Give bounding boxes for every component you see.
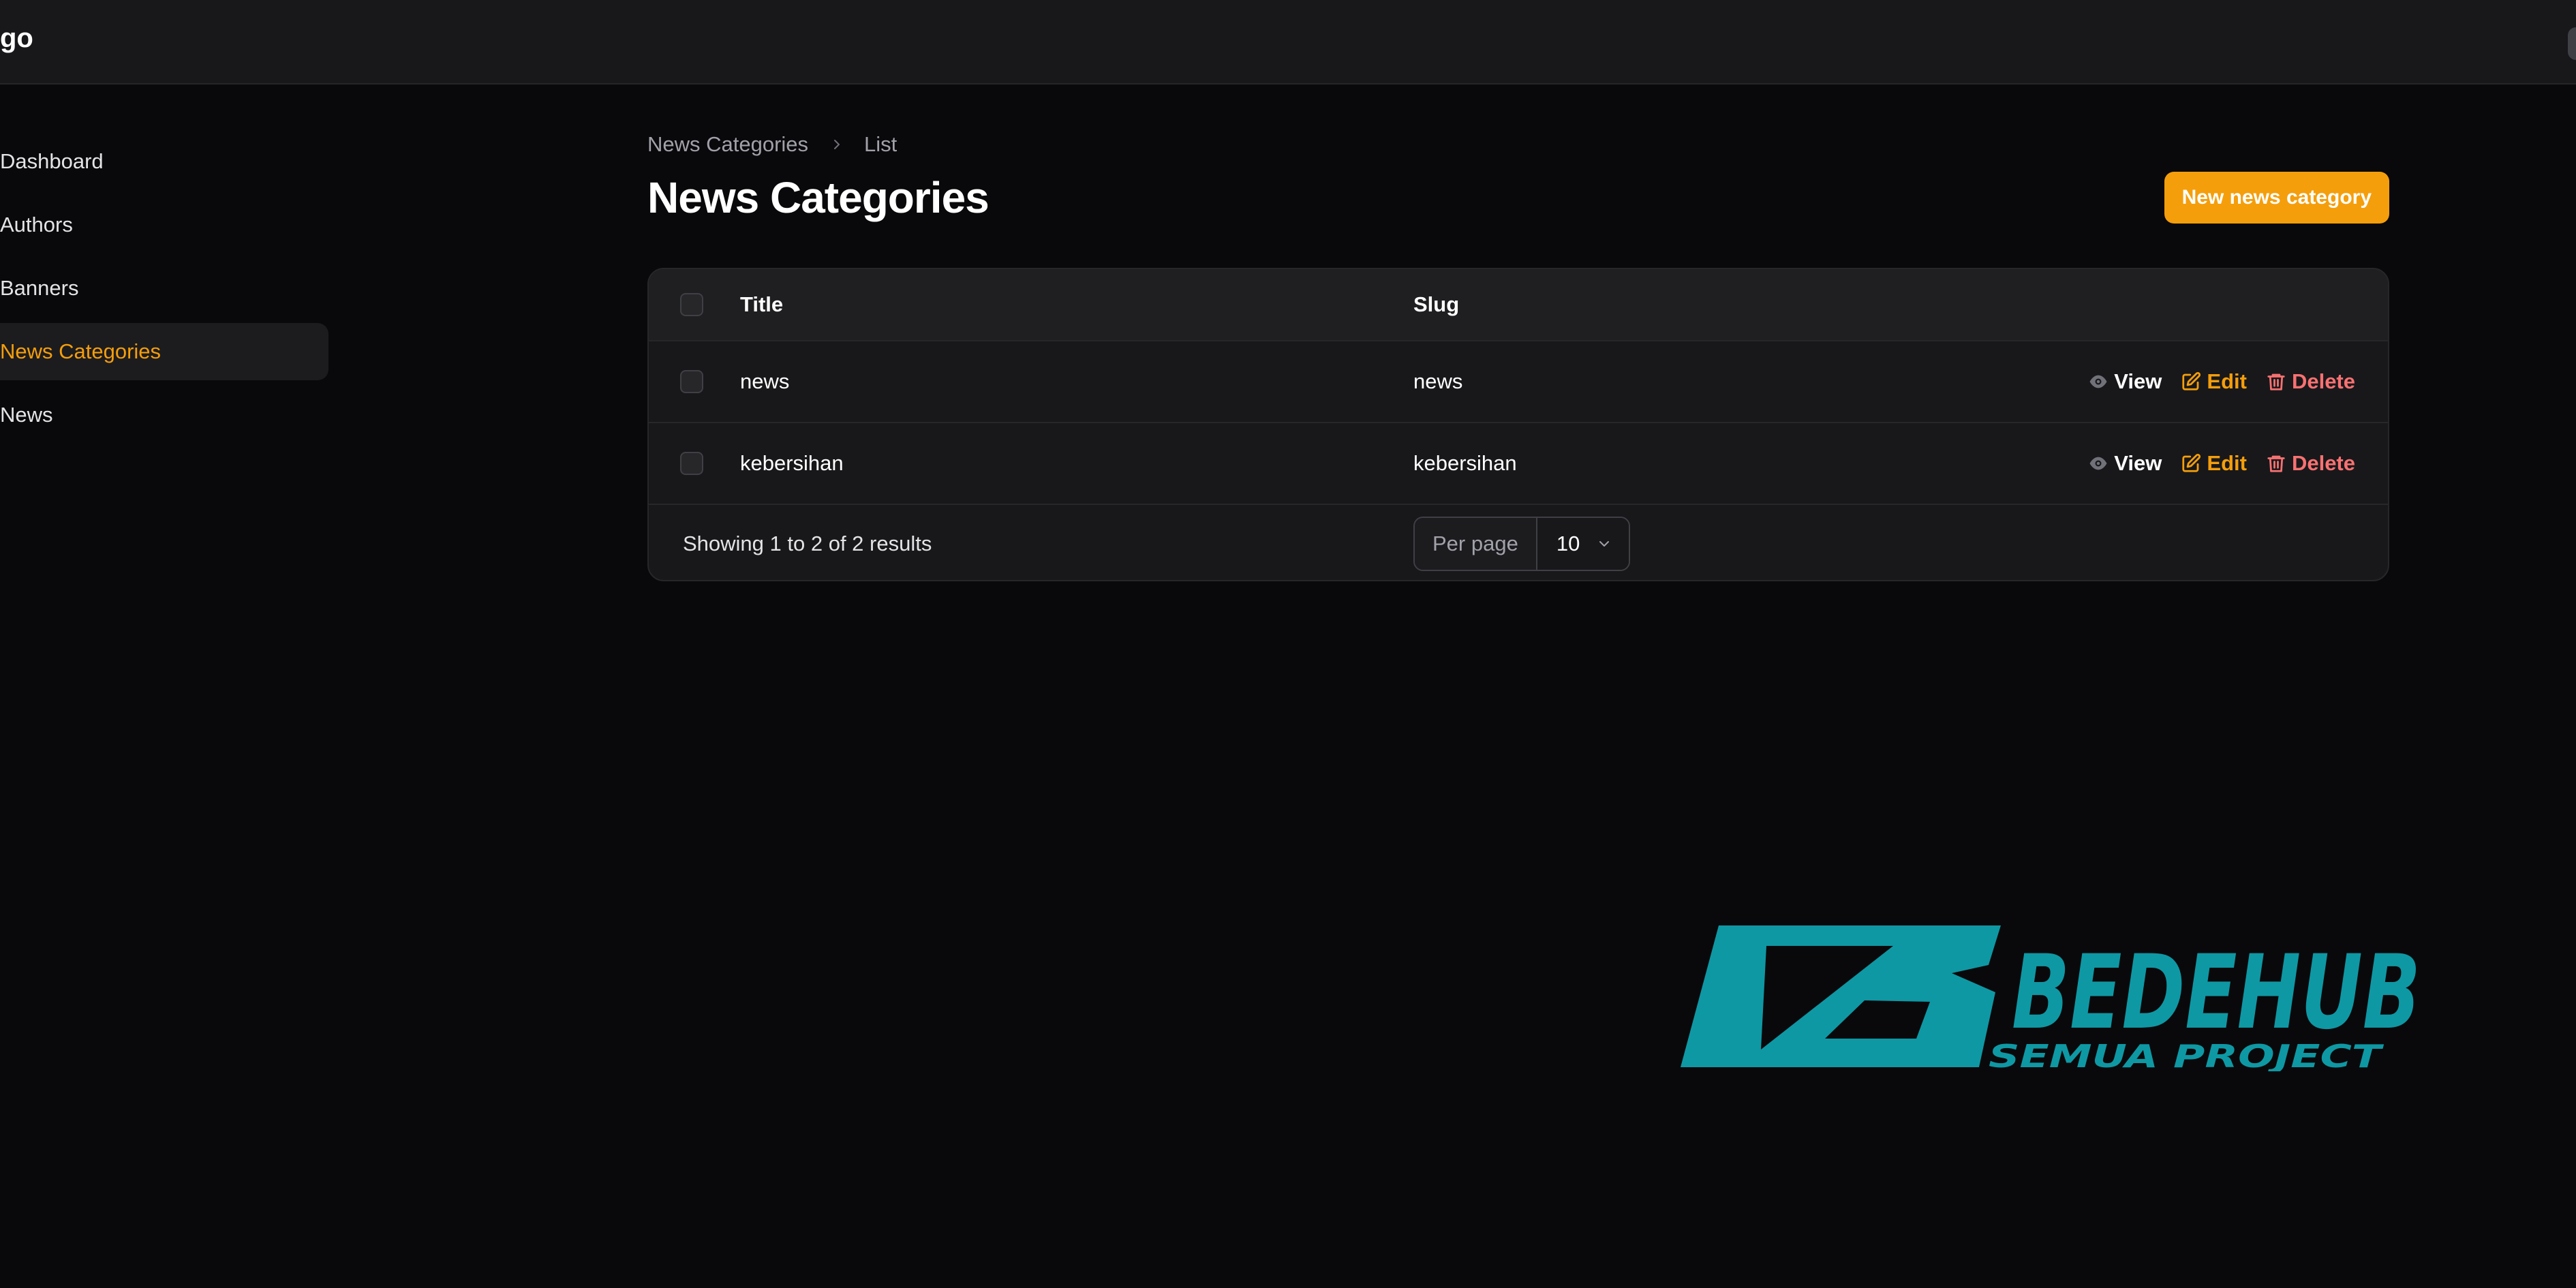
sidebar-item-dashboard[interactable]: Dashboard: [0, 133, 328, 190]
row-checkbox[interactable]: [680, 452, 703, 475]
select-all-checkbox[interactable]: [680, 293, 703, 316]
breadcrumb: News Categories List: [647, 128, 2389, 161]
column-header-title[interactable]: Title: [740, 292, 783, 317]
view-label: View: [2114, 369, 2162, 393]
bedehub-logo: BEDEHUB SEMUA PROJECT: [1681, 925, 2421, 1071]
column-header-slug[interactable]: Slug: [1413, 292, 1459, 317]
row-actions: View Edit Delete: [2088, 451, 2355, 476]
sidebar-item-label: News: [0, 403, 53, 427]
cell-slug: news: [1413, 369, 1463, 393]
trash-icon: [2267, 455, 2285, 472]
new-news-category-button[interactable]: New news category: [2164, 172, 2389, 224]
results-summary: Showing 1 to 2 of 2 results: [683, 532, 932, 555]
cell-slug: kebersihan: [1413, 451, 1517, 475]
sidebar-item-label: Banners: [0, 276, 79, 300]
sidebar: Dashboard Authors Banners News Categorie…: [0, 133, 328, 450]
per-page-control: Per page 10: [1413, 517, 1631, 571]
cell-title: kebersihan: [740, 451, 844, 475]
row-actions: View Edit Delete: [2088, 369, 2355, 394]
breadcrumb-current: List: [864, 132, 898, 156]
table-header-row: Title Slug: [649, 269, 2388, 341]
sidebar-item-label: News Categories: [0, 339, 162, 363]
news-categories-table: Title Slug news news View Edit Delete ke…: [647, 268, 2389, 581]
edit-label: Edit: [2207, 451, 2247, 475]
sidebar-item-news-categories[interactable]: News Categories: [0, 323, 328, 380]
svg-text:BEDEHUB: BEDEHUB: [2012, 934, 2421, 1052]
delete-action[interactable]: Delete: [2266, 369, 2355, 394]
view-action[interactable]: View: [2088, 451, 2162, 476]
sidebar-item-news[interactable]: News: [0, 386, 328, 444]
edit-icon: [2182, 371, 2201, 390]
user-avatar[interactable]: [2568, 27, 2576, 60]
main-content: News Categories List News Categories New…: [647, 128, 2389, 581]
delete-action[interactable]: Delete: [2266, 451, 2355, 476]
top-bar: go: [0, 0, 2576, 85]
sidebar-item-banners[interactable]: Banners: [0, 260, 328, 317]
eye-icon: [2089, 375, 2107, 388]
cell-title: news: [740, 369, 790, 393]
sidebar-item-authors[interactable]: Authors: [0, 196, 328, 254]
edit-icon: [2182, 453, 2201, 472]
breadcrumb-parent[interactable]: News Categories: [647, 132, 808, 157]
delete-label: Delete: [2291, 369, 2355, 393]
per-page-label: Per page: [1415, 518, 1537, 570]
svg-text:SEMUA PROJECT: SEMUA PROJECT: [1989, 1038, 2385, 1071]
edit-action[interactable]: Edit: [2181, 451, 2247, 476]
row-checkbox[interactable]: [680, 370, 703, 393]
view-action[interactable]: View: [2088, 369, 2162, 394]
table-footer: Showing 1 to 2 of 2 results Per page 10: [649, 505, 2388, 580]
sidebar-item-label: Authors: [0, 213, 73, 236]
per-page-value: 10: [1556, 532, 1580, 555]
page-title: News Categories: [647, 173, 990, 222]
trash-icon: [2267, 373, 2285, 390]
table-row[interactable]: news news View Edit Delete: [649, 341, 2388, 423]
brand-name[interactable]: go: [0, 19, 33, 57]
view-label: View: [2114, 451, 2162, 475]
sidebar-item-label: Dashboard: [0, 149, 104, 173]
chevron-right-icon: [834, 140, 840, 149]
delete-label: Delete: [2291, 451, 2355, 475]
edit-action[interactable]: Edit: [2181, 369, 2247, 394]
edit-label: Edit: [2207, 369, 2247, 393]
per-page-select[interactable]: 10: [1537, 518, 1629, 570]
eye-icon: [2089, 457, 2107, 470]
table-row[interactable]: kebersihan kebersihan View Edit Delete: [649, 423, 2388, 505]
chevron-down-icon: [1599, 541, 1610, 547]
